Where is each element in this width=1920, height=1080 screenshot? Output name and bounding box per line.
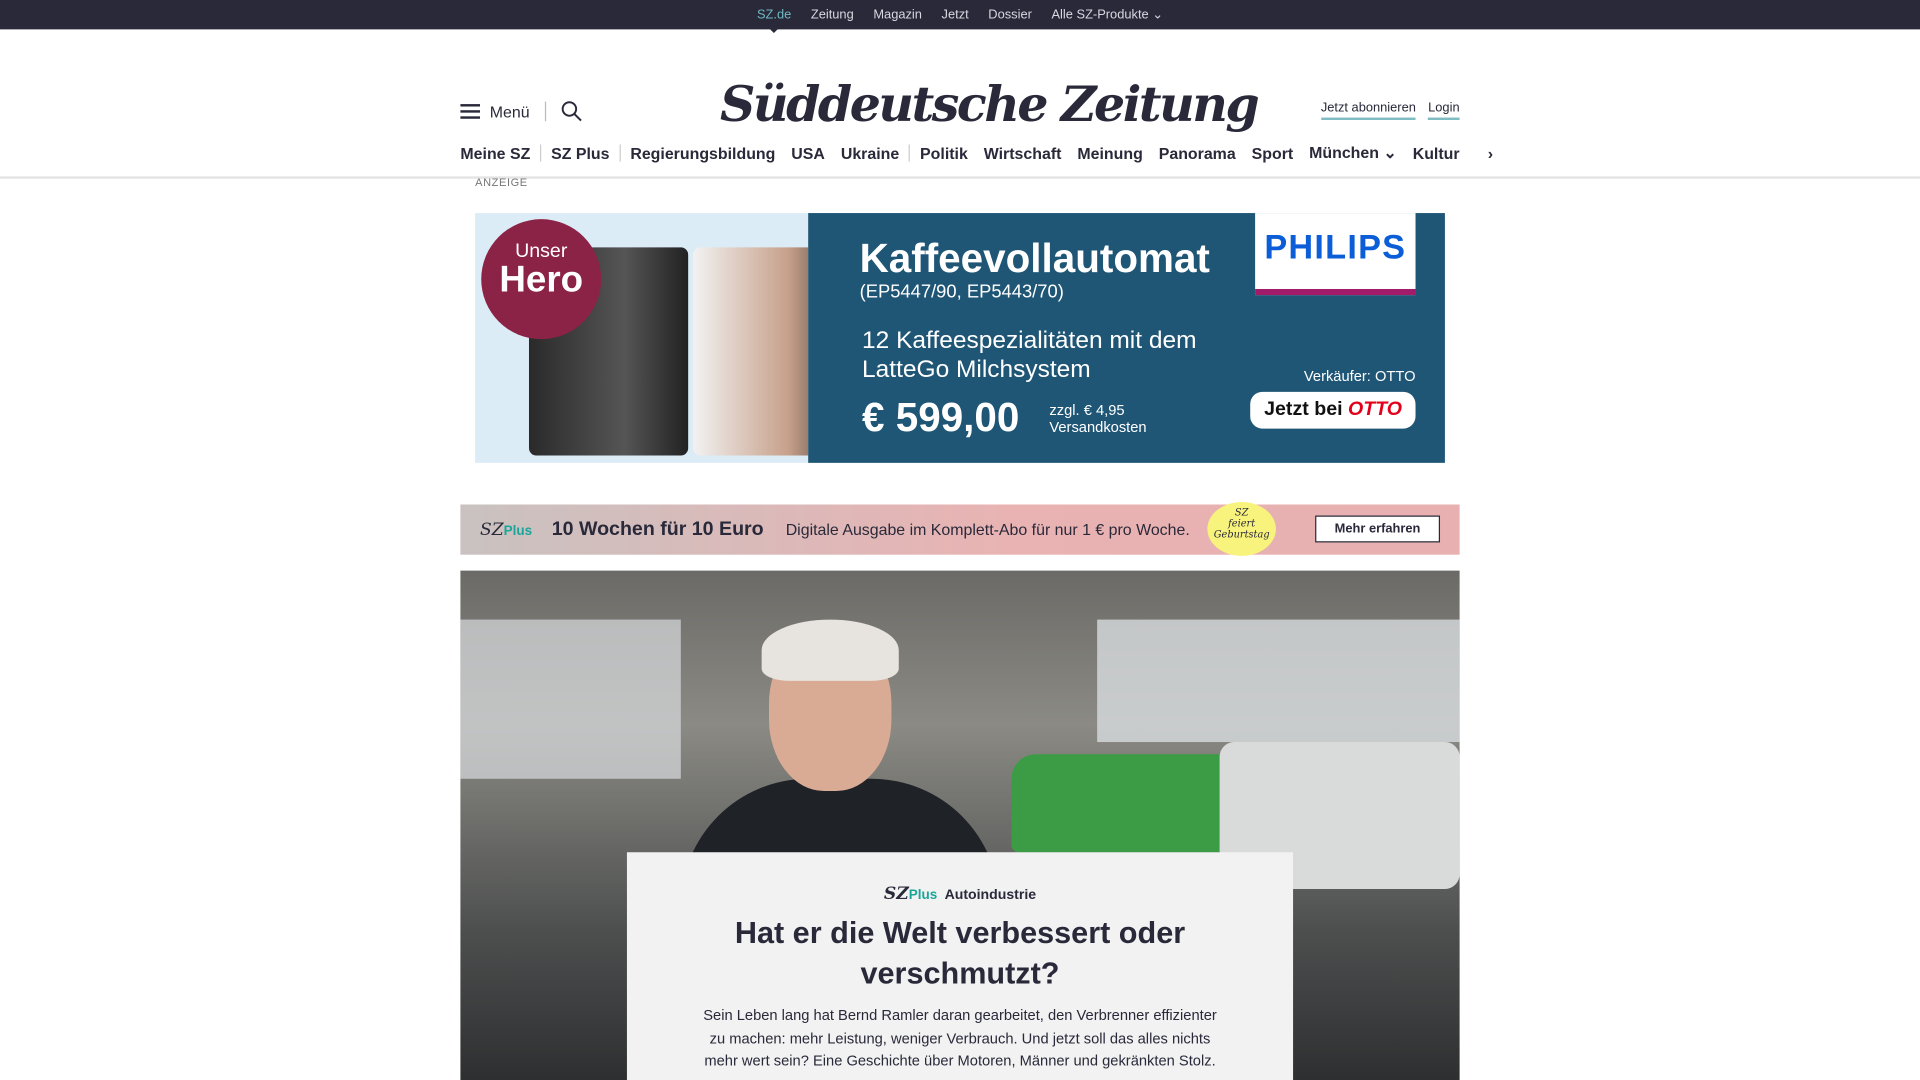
ad-product-image: Unser Hero xyxy=(475,213,809,463)
topbar-alle-produkte[interactable]: Alle SZ-Produkte ⌄ xyxy=(1051,7,1163,22)
search-icon[interactable] xyxy=(560,100,582,122)
promo-headline: 10 Wochen für 10 Euro xyxy=(551,518,764,540)
topbar-sz-de[interactable]: SZ.de xyxy=(757,7,791,34)
ad-description: 12 Kaffeespezialitäten mit dem LatteGo M… xyxy=(862,326,1197,384)
window xyxy=(460,619,681,779)
topbar-jetzt[interactable]: Jetzt xyxy=(942,7,969,22)
ad-seller: Verkäufer: OTTO xyxy=(1303,367,1416,385)
sz-logo-text: SZ xyxy=(480,519,504,540)
article-category: Autoindustrie xyxy=(944,887,1037,903)
ad-title: Kaffeevollautomat xyxy=(859,235,1210,281)
article-title[interactable]: Hat er die Welt verbessert oder verschmu… xyxy=(627,913,1293,994)
ad-text: Kaffeevollautomat (EP5447/90, EP5443/70)… xyxy=(808,213,1445,463)
topbar-alle-produkte-label: Alle SZ-Produkte xyxy=(1051,7,1149,23)
nav-sz-plus[interactable]: SZ Plus xyxy=(551,144,609,162)
otto-cta-label: Jetzt bei xyxy=(1264,399,1343,421)
mehr-erfahren-button[interactable]: Mehr erfahren xyxy=(1315,515,1441,543)
hero-badge: Unser Hero xyxy=(481,219,602,340)
hero-badge-bottom: Hero xyxy=(499,259,584,301)
menu-area: Menü xyxy=(460,100,582,122)
hamburger-icon[interactable] xyxy=(460,104,481,119)
otto-logo: OTTO xyxy=(1347,399,1403,421)
sz-plus-logo: SZPlus xyxy=(480,520,532,540)
login-link[interactable]: Login xyxy=(1428,100,1460,121)
divider xyxy=(544,101,546,122)
coffee-machine-white xyxy=(693,247,809,456)
nav-ukraine[interactable]: Ukraine xyxy=(841,144,899,162)
nav-sport[interactable]: Sport xyxy=(1252,144,1294,162)
topbar-zeitung[interactable]: Zeitung xyxy=(811,7,854,22)
nav-regierungsbildung[interactable]: Regierungsbildung xyxy=(630,144,775,162)
person-hair xyxy=(761,619,899,681)
nav-muenchen[interactable]: München ⌄ xyxy=(1309,143,1397,163)
article-kicker: SZPlus Autoindustrie xyxy=(627,884,1293,904)
sz-logo-text: SZ xyxy=(883,884,909,904)
birthday-badge: SZ feiert Geburtstag xyxy=(1207,502,1276,556)
nav-politik[interactable]: Politik xyxy=(920,144,968,162)
ad-label: ANZEIGE xyxy=(475,176,528,189)
nav-wirtschaft[interactable]: Wirtschaft xyxy=(984,144,1062,162)
chevron-down-icon: ⌄ xyxy=(1383,143,1397,162)
site-logo[interactable]: Süddeutsche Zeitung xyxy=(720,76,1260,134)
sz-plus-logo: SZPlus xyxy=(884,884,937,904)
plus-logo-text: Plus xyxy=(908,887,938,903)
otto-cta-button[interactable]: Jetzt bei OTTO xyxy=(1250,391,1416,429)
chevron-right-icon[interactable]: › xyxy=(1488,144,1493,162)
nav-usa[interactable]: USA xyxy=(791,144,825,162)
topbar-magazin[interactable]: Magazin xyxy=(873,7,922,22)
sz-plus-promo[interactable]: SZPlus 10 Wochen für 10 Euro Digitale Au… xyxy=(460,502,1460,556)
badge-text: feiert Geburtstag xyxy=(1213,517,1270,541)
nav-meinung[interactable]: Meinung xyxy=(1077,144,1142,162)
topbar-dossier[interactable]: Dossier xyxy=(988,7,1032,22)
account-links: Jetzt abonnieren Login xyxy=(1320,100,1460,121)
subscribe-link[interactable]: Jetzt abonnieren xyxy=(1320,100,1416,121)
window xyxy=(1097,619,1460,743)
site-header: Menü Süddeutsche Zeitung Jetzt abonniere… xyxy=(0,29,1920,134)
plus-logo-text: Plus xyxy=(503,523,533,539)
top-bar: SZ.de Zeitung Magazin Jetzt Dossier Alle… xyxy=(0,0,1920,34)
divider xyxy=(540,144,542,162)
ad-models: (EP5447/90, EP5443/70) xyxy=(859,281,1064,303)
philips-logo: PHILIPS xyxy=(1255,213,1416,296)
promo-description: Digitale Ausgabe im Komplett-Abo für nur… xyxy=(785,520,1190,539)
nav-muenchen-label: München xyxy=(1309,143,1379,162)
ad-price: € 599,00 xyxy=(862,394,1020,440)
divider xyxy=(619,144,621,162)
nav-meine-sz[interactable]: Meine SZ xyxy=(460,144,530,162)
ad-banner[interactable]: Unser Hero Kaffeevollautomat (EP5447/90, … xyxy=(475,213,1445,463)
nav-panorama[interactable]: Panorama xyxy=(1159,144,1236,162)
nav-kultur[interactable]: Kultur xyxy=(1413,144,1460,162)
article-teaser-card[interactable]: SZPlus Autoindustrie Hat er die Welt ver… xyxy=(626,852,1294,1080)
menu-button[interactable]: Menü xyxy=(490,102,530,120)
badge-sz: SZ xyxy=(1234,506,1249,518)
ad-shipping: zzgl. € 4,95 Versandkosten xyxy=(1049,401,1147,436)
divider xyxy=(909,144,911,162)
chevron-down-icon: ⌄ xyxy=(1152,7,1164,23)
section-nav: Meine SZ SZ Plus Regierungsbildung USA U… xyxy=(0,135,1920,179)
article-teaser: Sein Leben lang hat Bernd Ramler daran g… xyxy=(703,1006,1217,1069)
